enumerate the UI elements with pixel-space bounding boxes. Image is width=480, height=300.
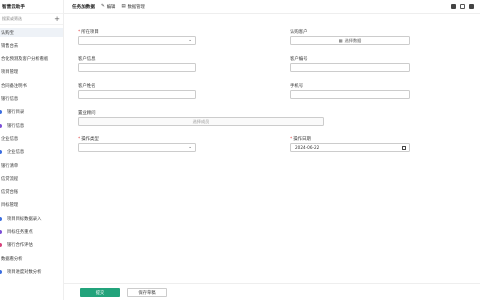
- sidebar-item-label: 企业信息: [1, 136, 19, 142]
- customer-info-label: 客户信息: [78, 57, 96, 62]
- table-icon: ▦: [338, 38, 343, 43]
- chevron-down-icon: ⌄: [188, 145, 192, 150]
- sidebar-item-label: 合同备注明书: [1, 83, 27, 89]
- customer-name-label: 客户姓名: [78, 84, 96, 89]
- pencil-icon: ✎: [100, 4, 105, 9]
- sidebar-item[interactable]: 项目目标数据录入: [0, 214, 63, 223]
- project-label: *所在项目: [78, 30, 99, 35]
- chevron-down-icon: ⌄: [188, 38, 192, 43]
- sidebar-item-label: 银行合作评估: [7, 243, 33, 249]
- database-icon: ▤: [121, 4, 126, 9]
- sidebar-item[interactable]: 销售台去: [0, 41, 63, 50]
- data-manage-button[interactable]: ▤ 数据管理: [121, 4, 144, 10]
- customer-no-input[interactable]: [290, 63, 410, 72]
- sidebar-search-placeholder[interactable]: 搜索或筛选: [2, 16, 22, 22]
- project-select[interactable]: ⌄: [78, 36, 196, 45]
- sidebar-item-label: 目标管理: [1, 203, 19, 209]
- submit-button[interactable]: 提交: [80, 288, 120, 297]
- sidebar-item[interactable]: 信贷台账: [0, 188, 63, 197]
- sidebar-item-label: 企业信息: [7, 150, 25, 156]
- sidebar-item[interactable]: 银行合作评估: [0, 241, 63, 250]
- sidebar: 智营云助手 搜索或筛选 + 认购宝销售台去合化预测及客户分析看板 项目管理合同备注…: [0, 0, 64, 300]
- sidebar-item[interactable]: 银行清单: [0, 161, 63, 170]
- op-type-label: *操作类型: [78, 137, 99, 142]
- sidebar-item[interactable]: 目标任务重点: [0, 228, 63, 237]
- sidebar-item[interactable]: 银行信息: [0, 121, 63, 130]
- sidebar-item[interactable]: 项目管理: [0, 68, 63, 77]
- sidebar-item[interactable]: 合同备注明书: [0, 81, 63, 90]
- edit-button-label: 编辑: [106, 4, 116, 10]
- plus-icon[interactable]: +: [54, 15, 60, 23]
- sidebar-item-label: 银行清单: [1, 163, 19, 169]
- app-brand: 智营云助手: [0, 0, 63, 14]
- footer: 提交 保存草稿: [64, 283, 480, 300]
- sidebar-item[interactable]: 项目进度对数分析: [0, 267, 63, 276]
- sidebar-item-label: 信贷台账: [1, 190, 19, 196]
- sidebar-item-label: 项目进度对数分析: [7, 269, 42, 275]
- customer-name-input[interactable]: [78, 90, 196, 99]
- sidebar-item-label: 目标任务重点: [7, 230, 33, 235]
- sidebar-item-label: 数据看分析: [1, 256, 23, 262]
- sidebar-item-label: 银行信息: [1, 97, 19, 102]
- contract-label: 认购客户: [290, 30, 308, 35]
- sidebar-item-label: 银行目录: [7, 110, 25, 116]
- sidebar-item-label: 销售台去: [1, 43, 19, 49]
- sidebar-item-label: 信贷流程: [1, 176, 19, 182]
- sales-consultant-label: 置业顾问: [78, 111, 96, 116]
- more-icon[interactable]: [469, 4, 474, 9]
- header-actions: [451, 4, 474, 9]
- customer-no-label: 客户编号: [290, 57, 308, 62]
- sidebar-item-dot-icon: [0, 123, 2, 128]
- phone-label: 手机号: [290, 84, 304, 89]
- layout-icon[interactable]: [451, 4, 456, 9]
- sidebar-item[interactable]: 银行信息: [0, 95, 63, 104]
- sidebar-item[interactable]: 目标管理: [0, 201, 63, 210]
- data-manage-label: 数据管理: [127, 4, 145, 10]
- fullscreen-icon[interactable]: [460, 4, 465, 9]
- sidebar-item-label: 合化预测及客户分析看板: [1, 57, 49, 63]
- op-date-label: *操作日期: [290, 137, 311, 142]
- sales-consultant-picker[interactable]: 选择成员: [78, 117, 324, 126]
- sidebar-item[interactable]: 数据看分析: [0, 254, 63, 263]
- sidebar-item[interactable]: 认购宝: [0, 28, 63, 37]
- select-data-button[interactable]: ▦ 选择数据: [290, 36, 410, 45]
- sidebar-item-label: 项目管理: [1, 70, 19, 76]
- header: 任务加数据 ✎ 编辑 ▤ 数据管理: [64, 0, 480, 14]
- calendar-icon[interactable]: [402, 145, 406, 150]
- sidebar-item[interactable]: 银行目录: [0, 108, 63, 117]
- sidebar-search[interactable]: 搜索或筛选 +: [0, 14, 63, 25]
- page-title: 任务加数据: [72, 4, 95, 10]
- save-draft-button[interactable]: 保存草稿: [127, 288, 167, 297]
- sidebar-item[interactable]: 信贷流程: [0, 174, 63, 183]
- op-date-input[interactable]: 2024-06-22: [290, 143, 410, 152]
- op-type-select[interactable]: ⌄: [78, 143, 196, 152]
- customer-info-input[interactable]: [78, 63, 196, 72]
- sidebar-item-label: 认购宝: [1, 30, 14, 36]
- sidebar-item[interactable]: 合化预测及客户分析看板: [0, 55, 63, 64]
- edit-button[interactable]: ✎ 编辑: [101, 4, 115, 10]
- sidebar-item[interactable]: 企业信息: [0, 148, 63, 157]
- select-data-label: 选择数据: [344, 37, 362, 43]
- phone-input[interactable]: [290, 90, 410, 99]
- sidebar-item[interactable]: 企业信息: [0, 134, 63, 143]
- op-date-value: 2024-06-22: [295, 145, 320, 150]
- sidebar-item-label: 项目目标数据录入: [7, 216, 42, 222]
- sidebar-item-label: 银行信息: [7, 123, 25, 129]
